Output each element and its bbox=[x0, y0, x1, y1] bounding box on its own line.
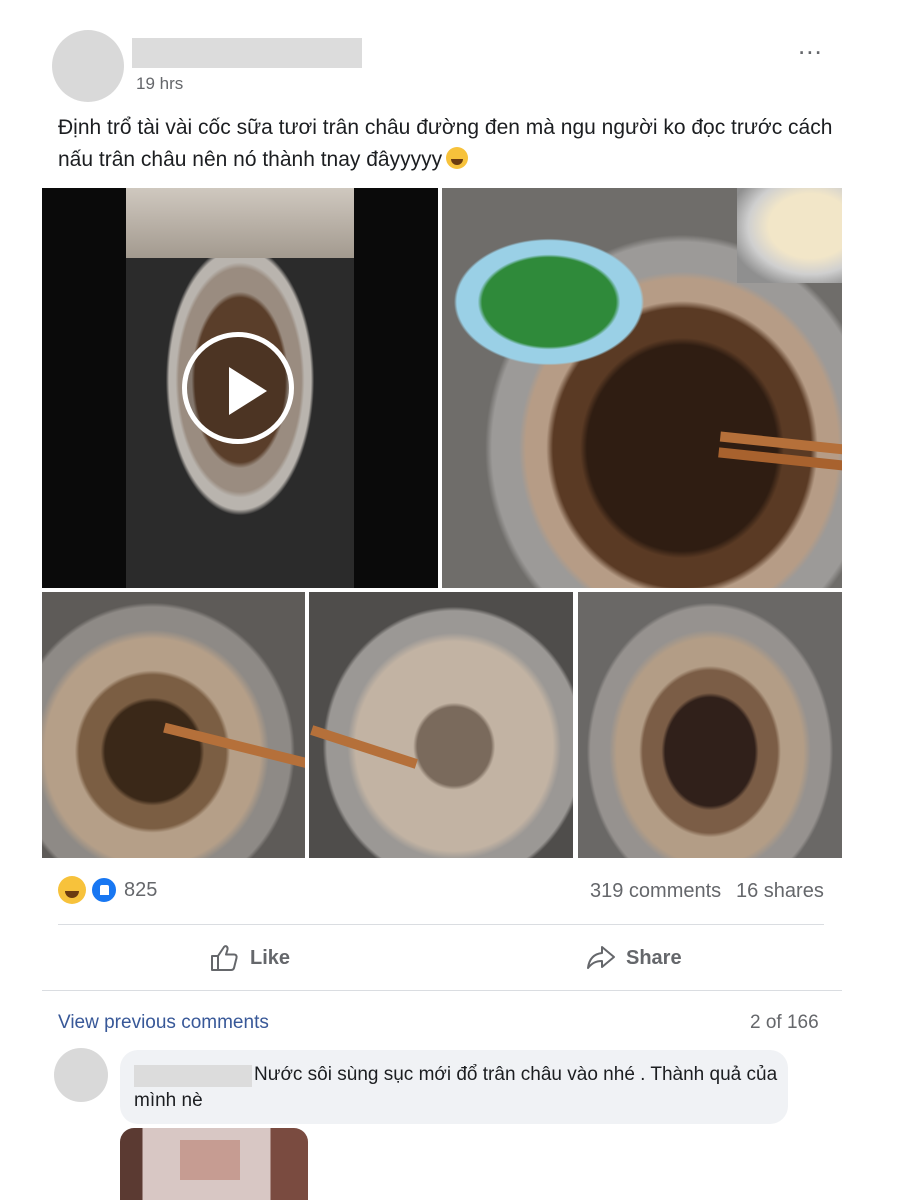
comment-photo-detail bbox=[180, 1140, 240, 1180]
like-button[interactable]: Like bbox=[210, 936, 290, 980]
comments-count[interactable]: 319 comments bbox=[590, 880, 721, 903]
photo-pot-chopsticks[interactable] bbox=[42, 592, 305, 858]
herbs-bowl bbox=[444, 232, 654, 372]
like-label: Like bbox=[250, 946, 291, 969]
like-reaction-icon bbox=[90, 876, 118, 904]
video-thumbnail[interactable] bbox=[42, 188, 438, 588]
haha-reaction-icon bbox=[58, 876, 86, 904]
comment-photo[interactable] bbox=[120, 1128, 308, 1200]
share-label: Share bbox=[626, 946, 682, 969]
comment-text: Nước sôi sùng sục mới đổ trân châu vào n… bbox=[134, 1064, 778, 1111]
thumbs-up-icon bbox=[211, 945, 238, 971]
photo-pot-pearls[interactable] bbox=[309, 592, 573, 858]
commenter-avatar[interactable] bbox=[54, 1048, 108, 1102]
video-frame-top bbox=[126, 188, 354, 258]
more-options-icon[interactable]: ... bbox=[798, 30, 823, 61]
shares-count[interactable]: 16 shares bbox=[736, 880, 824, 903]
photo-pot-mixture[interactable] bbox=[578, 592, 842, 858]
post-timestamp[interactable]: 19 hrs bbox=[136, 74, 183, 94]
post-text: Định trổ tài vài cốc sữa tươi trân châu … bbox=[58, 112, 838, 176]
chopstick bbox=[310, 725, 418, 769]
chopsticks bbox=[719, 431, 842, 455]
play-icon bbox=[229, 367, 267, 415]
reaction-count[interactable]: 825 bbox=[124, 879, 157, 902]
author-name-redacted[interactable] bbox=[132, 38, 362, 68]
divider bbox=[58, 924, 824, 925]
chopstick bbox=[163, 722, 305, 772]
share-arrow-icon bbox=[587, 946, 615, 969]
facebook-post: 19 hrs ... Định trổ tài vài cốc sữa tươi… bbox=[0, 0, 900, 1200]
share-button[interactable]: Share bbox=[586, 936, 682, 980]
author-avatar[interactable] bbox=[52, 30, 124, 102]
view-previous-comments-link[interactable]: View previous comments bbox=[58, 1012, 269, 1034]
comment-bubble: Nước sôi sùng sục mới đổ trân châu vào n… bbox=[120, 1050, 788, 1124]
comment-page-count: 2 of 166 bbox=[750, 1012, 819, 1033]
laughing-emoji-icon bbox=[446, 147, 469, 169]
post-text-content: Định trổ tài vài cốc sữa tươi trân châu … bbox=[58, 116, 833, 171]
photo-pot-herbs[interactable] bbox=[442, 188, 842, 588]
play-button[interactable] bbox=[182, 332, 294, 444]
divider bbox=[42, 990, 842, 991]
garlic-strainer bbox=[737, 188, 842, 283]
